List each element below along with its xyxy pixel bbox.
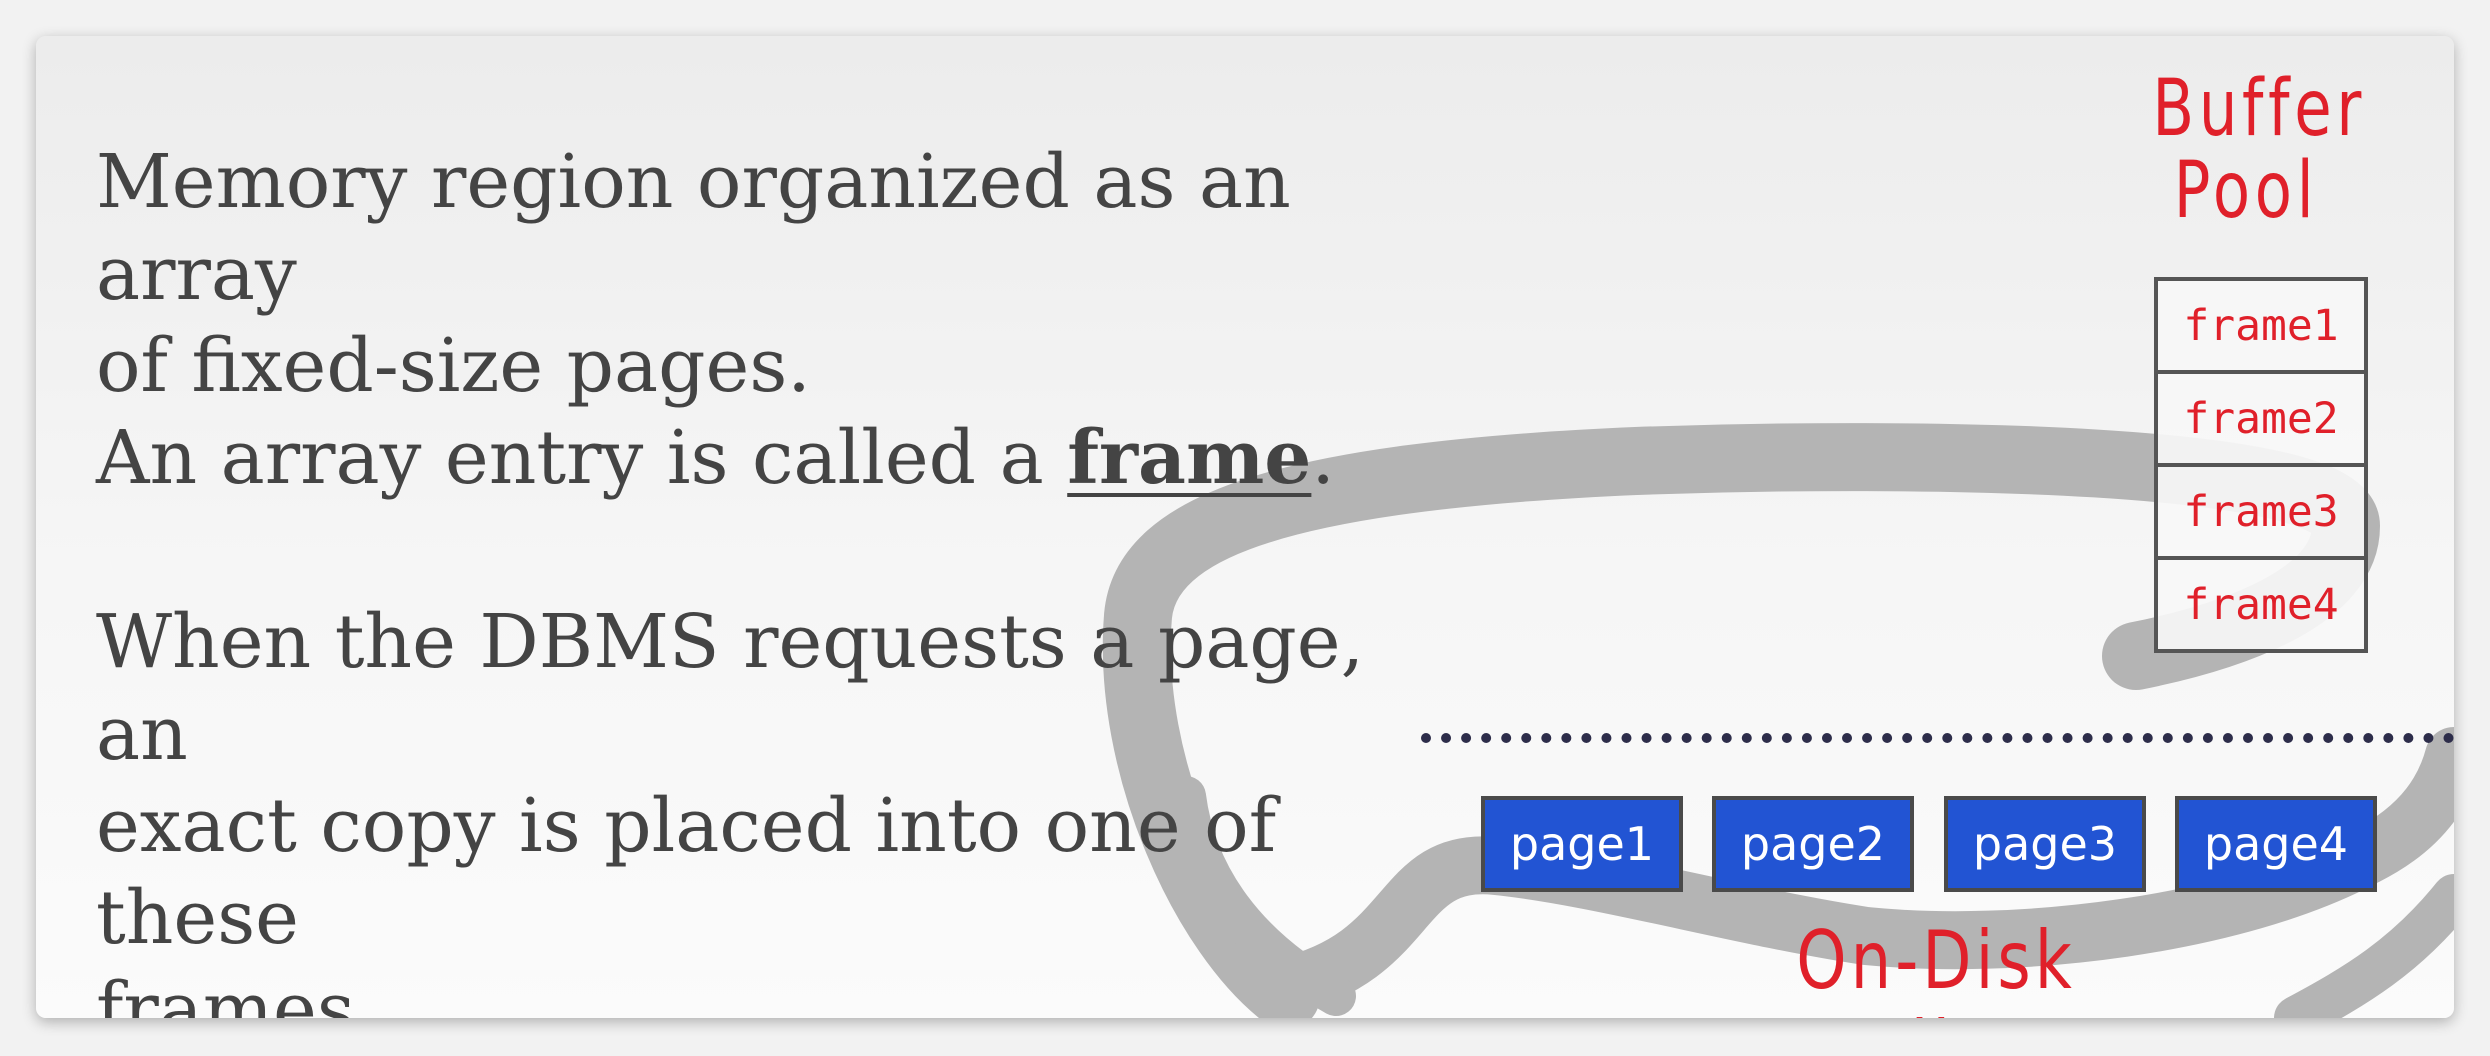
memory-disk-divider xyxy=(1421,733,2454,743)
buffer-pool-frames: frame1 frame2 frame3 frame4 xyxy=(2154,277,2368,653)
frame-box: frame4 xyxy=(2158,560,2364,653)
text-line: Memory region organized as an array xyxy=(96,139,1291,317)
title-line: Pool xyxy=(2173,146,2319,236)
disk-page-box: page1 xyxy=(1481,796,1683,892)
frame-term: frame xyxy=(1067,415,1312,501)
frame-box: frame1 xyxy=(2158,281,2364,374)
slide: Memory region organized as an array of f… xyxy=(36,36,2454,1018)
on-disk-file-label: On-Disk File xyxy=(1796,914,2076,1019)
text-line: An array entry is called a frame. xyxy=(96,412,1426,504)
paragraph-1: Memory region organized as an array of f… xyxy=(96,136,1426,504)
frame-box: frame2 xyxy=(2158,374,2364,467)
disk-page-box: page2 xyxy=(1712,796,1914,892)
text-fragment: . xyxy=(1311,415,1335,501)
description-text: Memory region organized as an array of f… xyxy=(96,136,1426,1018)
title-line: Buffer xyxy=(2152,64,2367,154)
swirl-edge xyxy=(2274,874,2454,1018)
disk-page-box: page4 xyxy=(2175,796,2377,892)
text-line: frames. xyxy=(96,967,379,1018)
text-line: of fixed-size pages. xyxy=(96,323,811,409)
text-line: exact copy is placed into one of these xyxy=(96,783,1277,961)
text-fragment: An array entry is called a xyxy=(96,415,1068,501)
buffer-pool-title: Buffer Pool xyxy=(2152,64,2367,236)
paragraph-2: When the DBMS requests a page, an exact … xyxy=(96,596,1426,1018)
text-line: When the DBMS requests a page, an xyxy=(96,599,1365,777)
frame-box: frame3 xyxy=(2158,467,2364,560)
disk-page-box: page3 xyxy=(1944,796,2146,892)
